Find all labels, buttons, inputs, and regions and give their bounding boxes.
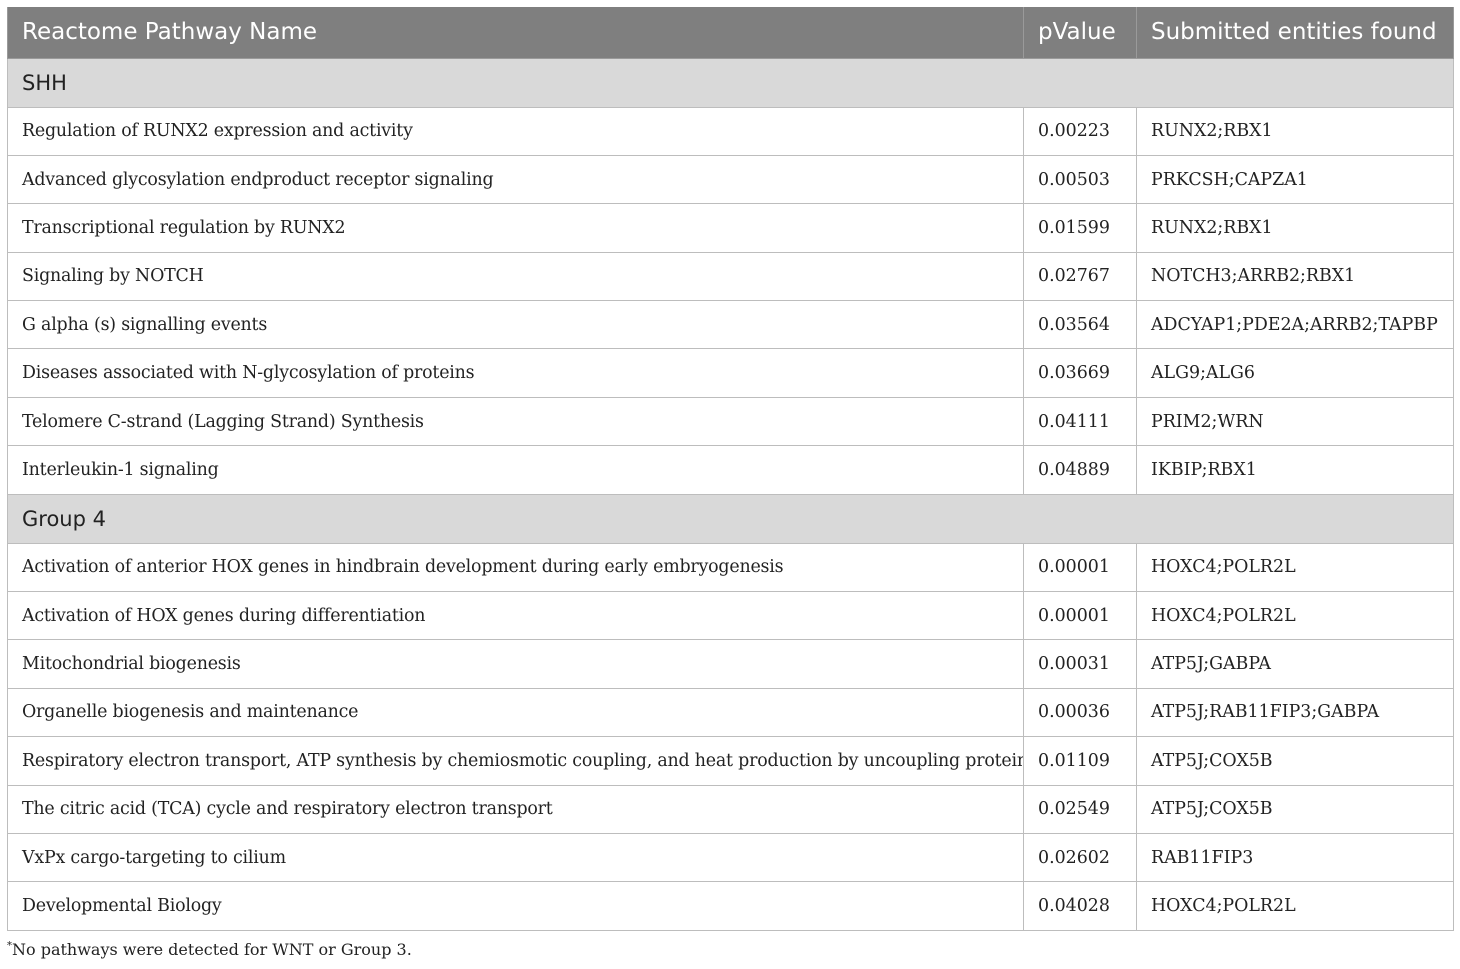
column-header-pathway-name: Reactome Pathway Name [7, 7, 1024, 59]
table-footnote: *No pathways were detected for WNT or Gr… [7, 940, 412, 959]
cell-pathway-name: Interleukin-1 signaling [7, 445, 1024, 495]
cell-pvalue: 0.01599 [1023, 203, 1137, 253]
cell-pathway-name: Activation of HOX genes during different… [7, 591, 1024, 641]
table-header: Reactome Pathway Name pValue Submitted e… [7, 7, 1454, 59]
cell-pathway-name: VxPx cargo-targeting to cilium [7, 832, 1024, 883]
cell-pvalue: 0.04111 [1023, 396, 1137, 447]
table-row: G alpha (s) signalling events 0.03564 ADCY… [7, 300, 1454, 350]
cell-pathway-name: Regulation of RUNX2 expression and activ… [7, 106, 1024, 156]
cell-pathway-name: Organelle biogenesis and maintenance [7, 687, 1024, 738]
cell-pathway-name: Transcriptional regulation by RUNX2 [7, 203, 1024, 253]
cell-pvalue: 0.03669 [1023, 348, 1137, 398]
pathway-table: Reactome Pathway Name pValue Submitted e… [7, 7, 1454, 931]
cell-entities: ATP5J;COX5B [1136, 736, 1454, 786]
table-row: Interleukin-1 signaling 0.04889 IKBIP;RBX1 [7, 445, 1454, 495]
cell-entities: NOTCH3;ARRB2;RBX1 [1136, 251, 1454, 302]
table-row: Activation of anterior HOX genes in hind… [7, 542, 1454, 593]
pathway-table-container: Reactome Pathway Name pValue Submitted e… [7, 7, 1454, 931]
header-row: Reactome Pathway Name pValue Submitted e… [7, 7, 1454, 59]
cell-pathway-name: Advanced glycosylation endproduct recept… [7, 154, 1024, 205]
cell-pathway-name: Telomere C-strand (Lagging Strand) Synth… [7, 396, 1024, 447]
table-row: Diseases associated with N-glycosylation… [7, 348, 1454, 398]
group-header-row: Group 4 [7, 493, 1454, 544]
footnote-text: No pathways were detected for WNT or Gro… [12, 940, 412, 959]
group-label: Group 4 [7, 493, 1454, 544]
cell-entities: HOXC4;POLR2L [1136, 881, 1454, 931]
table-row: Advanced glycosylation endproduct recept… [7, 154, 1454, 205]
cell-entities: ATP5J;COX5B [1136, 784, 1454, 834]
cell-pvalue: 0.00036 [1023, 687, 1137, 738]
cell-pathway-name: Developmental Biology [7, 881, 1024, 931]
table-row: Telomere C-strand (Lagging Strand) Synth… [7, 396, 1454, 447]
group-header-row: SHH [7, 57, 1454, 108]
cell-entities: RUNX2;RBX1 [1136, 203, 1454, 253]
table-body: SHH Regulation of RUNX2 expression and ac… [7, 57, 1454, 931]
cell-pvalue: 0.04889 [1023, 445, 1137, 495]
cell-entities: PRIM2;WRN [1136, 396, 1454, 447]
cell-pvalue: 0.00001 [1023, 591, 1137, 641]
table-row: Organelle biogenesis and maintenance 0.00… [7, 687, 1454, 738]
cell-pvalue: 0.00001 [1023, 542, 1137, 593]
cell-entities: HOXC4;POLR2L [1136, 591, 1454, 641]
cell-pvalue: 0.00223 [1023, 106, 1137, 156]
column-header-entities: Submitted entities found [1136, 7, 1454, 59]
cell-pvalue: 0.00031 [1023, 639, 1137, 689]
table-row: Transcriptional regulation by RUNX2 0.015… [7, 203, 1454, 253]
cell-entities: RUNX2;RBX1 [1136, 106, 1454, 156]
table-row: VxPx cargo-targeting to cilium 0.02602 RAB… [7, 832, 1454, 883]
table-row: Mitochondrial biogenesis 0.00031 ATP5J;GAB… [7, 639, 1454, 689]
table-row: Activation of HOX genes during different… [7, 591, 1454, 641]
cell-pvalue: 0.02602 [1023, 832, 1137, 883]
cell-pathway-name: Diseases associated with N-glycosylation… [7, 348, 1024, 398]
cell-pathway-name: The citric acid (TCA) cycle and respirat… [7, 784, 1024, 834]
cell-entities: RAB11FIP3 [1136, 832, 1454, 883]
cell-entities: ATP5J;RAB11FIP3;GABPA [1136, 687, 1454, 738]
table-row: Developmental Biology 0.04028 HOXC4;POLR2L [7, 881, 1454, 931]
cell-pvalue: 0.04028 [1023, 881, 1137, 931]
cell-entities: IKBIP;RBX1 [1136, 445, 1454, 495]
table-row: The citric acid (TCA) cycle and respirat… [7, 784, 1454, 834]
cell-pvalue: 0.02549 [1023, 784, 1137, 834]
cell-pathway-name: G alpha (s) signalling events [7, 300, 1024, 350]
table-row: Respiratory electron transport, ATP synt… [7, 736, 1454, 786]
table-row: Signaling by NOTCH 0.02767 NOTCH3;ARRB2;RB… [7, 251, 1454, 302]
cell-pvalue: 0.01109 [1023, 736, 1137, 786]
group-label: SHH [7, 57, 1454, 108]
cell-pathway-name: Mitochondrial biogenesis [7, 639, 1024, 689]
cell-pathway-name: Activation of anterior HOX genes in hind… [7, 542, 1024, 593]
table-row: Regulation of RUNX2 expression and activ… [7, 106, 1454, 156]
cell-pathway-name: Respiratory electron transport, ATP synt… [7, 736, 1024, 786]
cell-pvalue: 0.02767 [1023, 251, 1137, 302]
cell-entities: HOXC4;POLR2L [1136, 542, 1454, 593]
cell-entities: ADCYAP1;PDE2A;ARRB2;TAPBP [1136, 300, 1454, 350]
cell-pvalue: 0.03564 [1023, 300, 1137, 350]
cell-pvalue: 0.00503 [1023, 154, 1137, 205]
column-header-pvalue: pValue [1023, 7, 1137, 59]
cell-pathway-name: Signaling by NOTCH [7, 251, 1024, 302]
cell-entities: ATP5J;GABPA [1136, 639, 1454, 689]
cell-entities: ALG9;ALG6 [1136, 348, 1454, 398]
cell-entities: PRKCSH;CAPZA1 [1136, 154, 1454, 205]
